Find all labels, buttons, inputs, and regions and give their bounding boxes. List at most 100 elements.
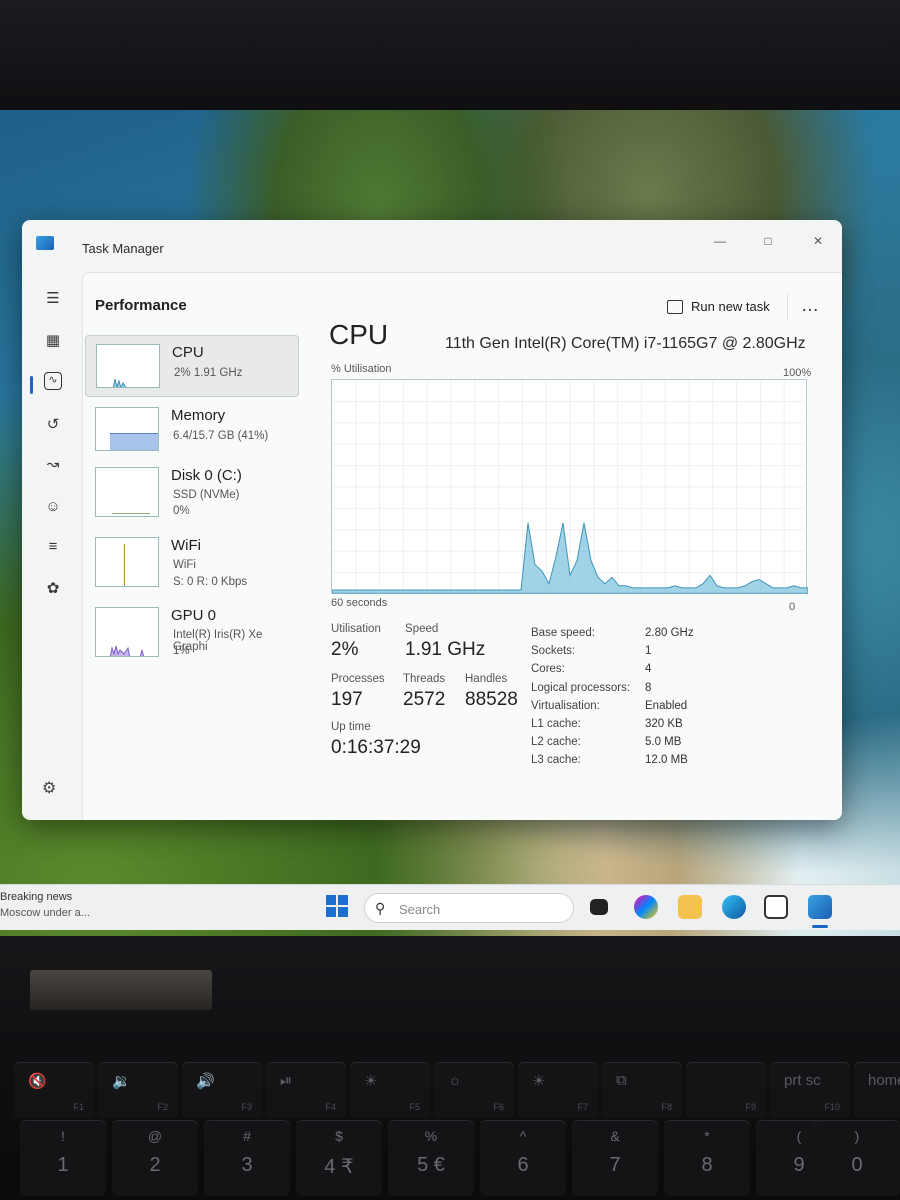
details-icon[interactable]: ≡ [42, 536, 64, 558]
number-key[interactable]: * 8 [664, 1120, 750, 1196]
number-key[interactable]: @2 [112, 1120, 198, 1196]
minimize-button[interactable]: — [710, 234, 730, 250]
number-key[interactable]: $4 ₹ [296, 1120, 382, 1196]
graph-min-label: 0 [789, 601, 796, 613]
device-detail-2: S: 0 R: 0 Kbps [173, 576, 248, 588]
more-options-button[interactable]: … [801, 295, 820, 316]
key-legend: ☼ [448, 1072, 462, 1089]
services-icon[interactable]: ✿ [42, 578, 64, 600]
spec-label: L1 cache: [531, 718, 581, 730]
device-detail: 2% 1.91 GHz [174, 367, 243, 379]
key-fn-label: F6 [493, 1102, 504, 1112]
key-legend: ⏯ [280, 1072, 293, 1089]
nav-active-indicator [30, 376, 33, 394]
wifi-thumbnail-graph [95, 537, 159, 587]
number-key[interactable]: ^ 6 [480, 1120, 566, 1196]
number-key[interactable]: & 7 [572, 1120, 658, 1196]
device-item-memory[interactable]: Memory 6.4/15.7 GB (41%) [85, 399, 299, 461]
startup-apps-icon[interactable]: ↝ [42, 454, 64, 476]
start-button-icon[interactable] [326, 895, 348, 917]
laptop-hinge [30, 970, 212, 1010]
nav-rail: ☰ ▦ ∿ ↺ ↝ ☺ ≡ ✿ ⚙ [22, 272, 82, 820]
search-placeholder: Search [399, 902, 441, 917]
threads-label: Threads [403, 673, 446, 685]
function-key[interactable]: ☀ F7 [518, 1062, 598, 1118]
function-key[interactable]: home [854, 1062, 900, 1118]
processes-icon[interactable]: ▦ [42, 330, 64, 352]
device-detail: Intel(R) Iris(R) Xe Graphi [173, 629, 263, 653]
number-key[interactable]: ) 0 [814, 1120, 900, 1196]
cpu-thumbnail-svg [112, 378, 127, 387]
cpu-utilisation-graph [331, 379, 809, 595]
key-symbol: & [610, 1128, 620, 1144]
store-icon[interactable] [764, 895, 788, 919]
key-legend: ☀ [364, 1073, 378, 1090]
function-key[interactable]: ⏯ F4 [266, 1062, 346, 1118]
utilisation-value: 2% [331, 639, 359, 660]
copilot-icon[interactable] [634, 895, 658, 919]
graph-x-label: 60 seconds [331, 597, 388, 609]
key-fn-label: F9 [745, 1102, 756, 1112]
key-legend: prt sc [784, 1072, 821, 1089]
device-item-wifi[interactable]: WiFi WiFi S: 0 R: 0 Kbps [85, 529, 299, 599]
news-widget-headline[interactable]: Breaking news [0, 891, 72, 903]
spec-label: L2 cache: [531, 736, 581, 748]
key-symbol: $ [335, 1128, 343, 1144]
function-key[interactable]: 🔊 F3 [182, 1062, 262, 1118]
speed-value: 1.91 GHz [405, 639, 486, 660]
hamburger-menu-icon[interactable]: ☰ [42, 288, 64, 310]
window-title: Task Manager [82, 241, 164, 256]
number-key[interactable]: % 5 € [388, 1120, 474, 1196]
device-detail: 6.4/15.7 GB (41%) [173, 430, 269, 442]
spec-value: 4 [645, 663, 652, 675]
cpu-graph-svg [331, 380, 809, 595]
file-explorer-icon[interactable] [678, 895, 702, 919]
news-widget-subline[interactable]: Moscow under a... [0, 907, 90, 919]
settings-gear-icon[interactable]: ⚙ [42, 778, 56, 798]
processes-label: Processes [331, 673, 385, 685]
number-key[interactable]: ! 1 [20, 1120, 106, 1196]
key-legend: 🔉 [112, 1073, 131, 1090]
maximize-button[interactable]: □ [758, 234, 778, 250]
key-number: 0 [851, 1154, 863, 1176]
cpu-heading: CPU [329, 319, 389, 350]
users-icon[interactable]: ☺ [42, 496, 64, 518]
app-history-icon[interactable]: ↺ [42, 414, 64, 436]
function-key[interactable]: 🔉 F2 [98, 1062, 178, 1118]
spec-value: 2.80 GHz [645, 627, 694, 639]
task-manager-taskbar-icon[interactable] [808, 895, 832, 919]
edge-browser-icon[interactable] [722, 895, 746, 919]
performance-icon[interactable]: ∿ [44, 372, 62, 390]
function-key[interactable]: prt sc F10 [770, 1062, 850, 1118]
graph-y-label: % Utilisation [331, 363, 392, 375]
function-key[interactable]: 🔇 F1 [14, 1062, 94, 1118]
key-symbol: * [704, 1128, 710, 1144]
cpu-model: 11th Gen Intel(R) Core(TM) i7-1165G7 @ 2… [445, 335, 806, 352]
wifi-spike [124, 544, 125, 586]
key-symbol: % [424, 1128, 438, 1144]
spec-value: Enabled [645, 700, 688, 712]
key-fn-label: F3 [241, 1102, 252, 1112]
function-key[interactable]: ☀ F5 [350, 1062, 430, 1118]
function-key[interactable]: F9 [686, 1062, 766, 1118]
device-item-cpu[interactable]: CPU 2% 1.91 GHz [85, 335, 299, 397]
run-new-task-button[interactable]: Run new task [667, 299, 770, 314]
cpu-thumbnail-graph [96, 344, 160, 388]
task-manager-window: Task Manager — □ ✕ ☰ ▦ ∿ ↺ ↝ ☺ ≡ ✿ ⚙ Per… [22, 220, 842, 820]
function-key[interactable]: ⧉ F8 [602, 1062, 682, 1118]
disk-baseline [112, 513, 150, 514]
device-name: CPU [172, 344, 204, 361]
device-item-gpu[interactable]: GPU 0 Intel(R) Iris(R) Xe Graphi 1% [85, 599, 299, 669]
key-legend: home [868, 1072, 900, 1089]
title-bar[interactable]: Task Manager — □ ✕ [22, 220, 842, 272]
task-view-icon[interactable] [590, 899, 608, 915]
device-detail-2: 0% [173, 505, 190, 517]
device-item-disk[interactable]: Disk 0 (C:) SSD (NVMe) 0% [85, 459, 299, 529]
spec-label: Sockets: [531, 645, 576, 657]
number-key[interactable]: #3 [204, 1120, 290, 1196]
task-manager-app-icon [36, 236, 54, 250]
taskbar-search-box[interactable]: ⚲ Search [364, 893, 574, 923]
close-button[interactable]: ✕ [808, 234, 828, 250]
speed-label: Speed [405, 623, 439, 635]
function-key[interactable]: ☼ F6 [434, 1062, 514, 1118]
